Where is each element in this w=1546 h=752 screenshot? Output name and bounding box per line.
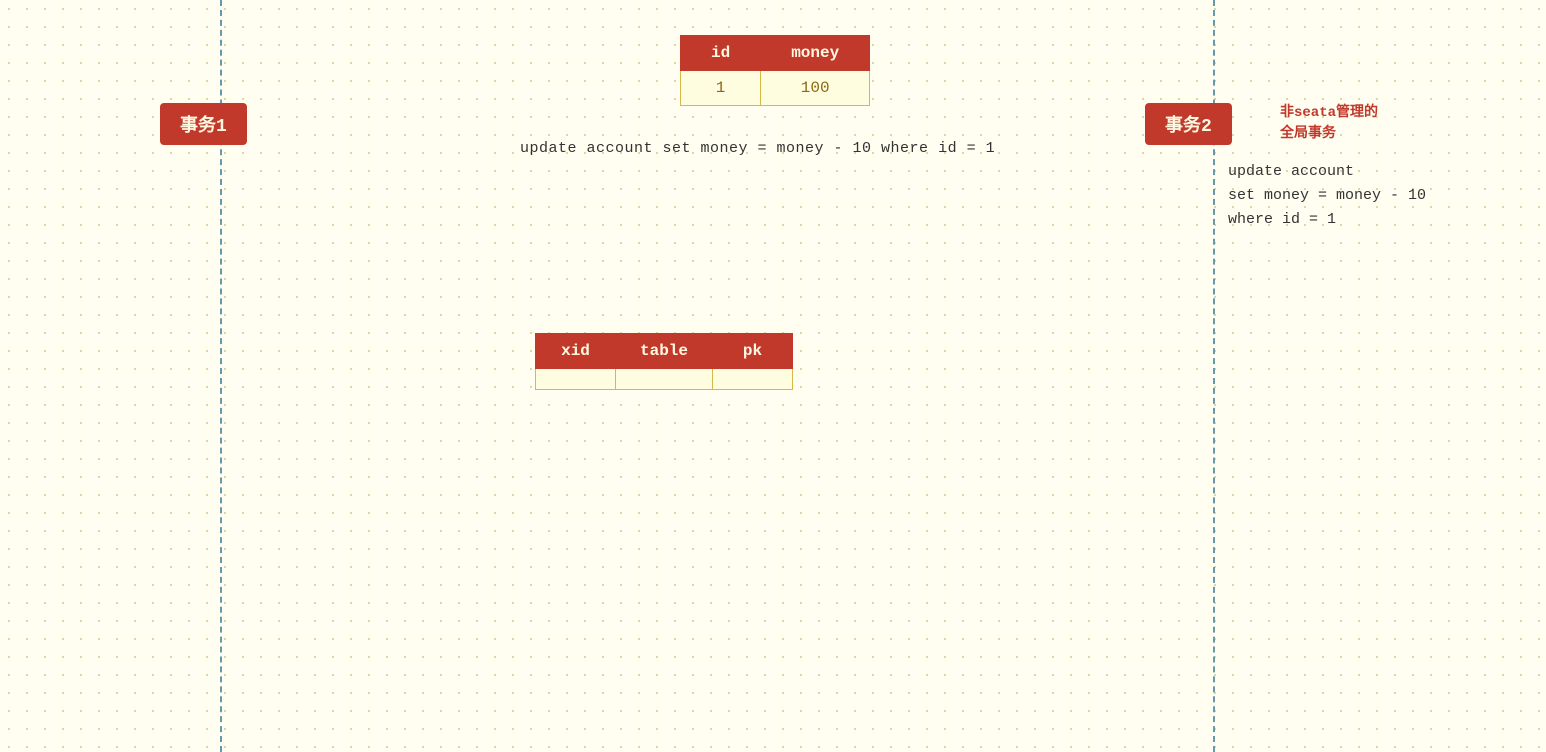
account-row: 1 100 [681, 71, 870, 106]
account-header-id: id [681, 36, 761, 71]
lock-header-pk: pk [713, 334, 793, 369]
sql-statement-right: update account set money = money - 10 wh… [1228, 160, 1426, 232]
transaction1-label: 事务1 [180, 117, 227, 137]
lock-cell-pk [713, 369, 793, 390]
sql-right-line1: update account [1228, 160, 1426, 184]
lock-header-xid: xid [536, 334, 616, 369]
account-cell-money: 100 [761, 71, 870, 106]
transaction1-badge: 事务1 [160, 103, 247, 145]
lock-cell-table [616, 369, 713, 390]
transaction2-note-line2: 全局事务 [1280, 124, 1378, 145]
sql-statement-top: update account set money = money - 10 wh… [520, 140, 995, 157]
account-table: id money 1 100 [680, 35, 870, 106]
transaction2-badge: 事务2 [1145, 103, 1232, 145]
sql-right-line3: where id = 1 [1228, 208, 1426, 232]
lock-cell-xid [536, 369, 616, 390]
lock-row [536, 369, 793, 390]
account-header-money: money [761, 36, 870, 71]
lock-header-table: table [616, 334, 713, 369]
transaction2-note-line1: 非seata管理的 [1280, 103, 1378, 124]
sql-right-line2: set money = money - 10 [1228, 184, 1426, 208]
account-cell-id: 1 [681, 71, 761, 106]
transaction2-label: 事务2 [1165, 117, 1212, 137]
transaction2-note: 非seata管理的 全局事务 [1280, 103, 1378, 145]
sql-top-text: update account set money = money - 10 wh… [520, 140, 995, 157]
lock-table: xid table pk [535, 333, 793, 390]
